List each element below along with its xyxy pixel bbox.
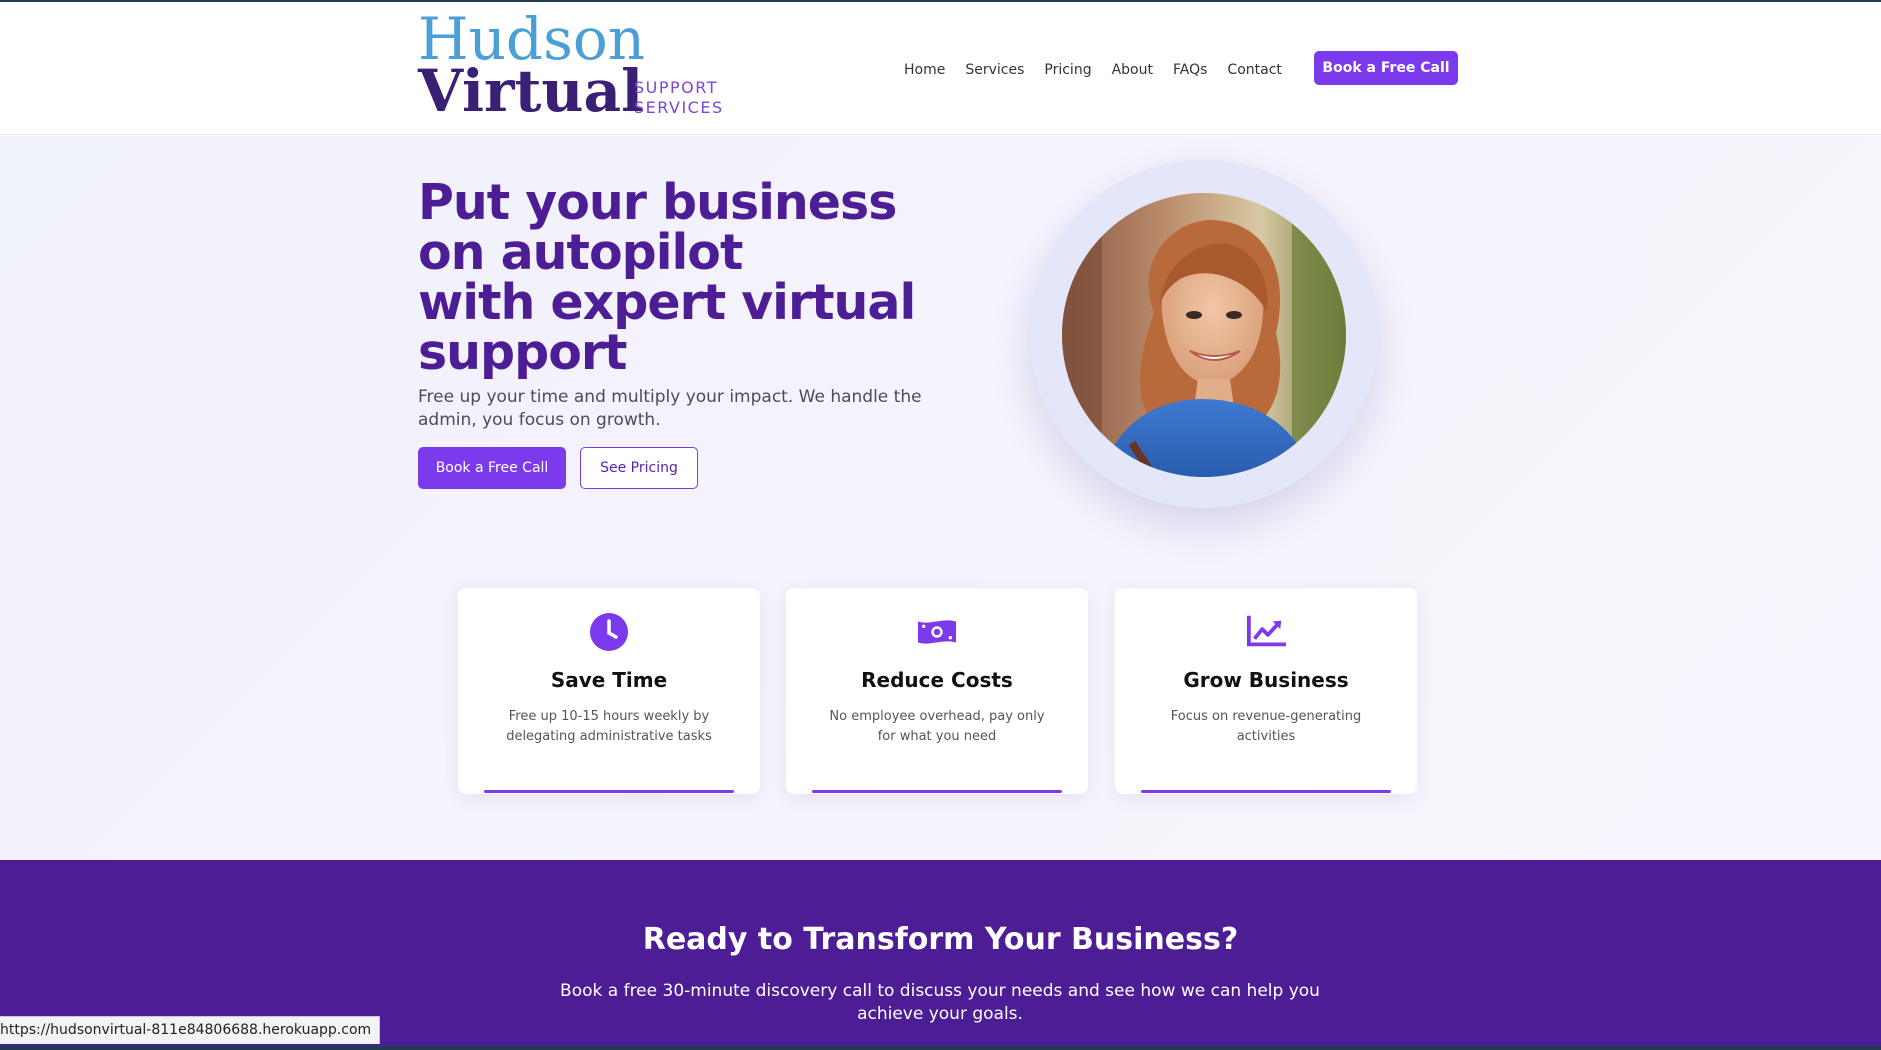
card-title: Grow Business (1183, 668, 1349, 692)
hero-title: Put your business on autopilot with expe… (418, 178, 978, 378)
nav-pricing[interactable]: Pricing (1044, 62, 1091, 78)
nav-home[interactable]: Home (904, 62, 945, 78)
nav-contact[interactable]: Contact (1227, 62, 1281, 78)
benefit-card-save-time: Save Time Free up 10-15 hours weekly by … (458, 588, 760, 794)
cta-title: Ready to Transform Your Business? (642, 922, 1239, 957)
nav-faqs[interactable]: FAQs (1173, 62, 1207, 78)
cta-subtitle: Book a free 30-minute discovery call to … (560, 981, 1320, 1024)
logo-wordmark-virtual: Virtual (418, 57, 644, 125)
window-bottom-border (0, 1046, 1881, 1050)
hero-book-call-button[interactable]: Book a Free Call (418, 447, 566, 489)
hero-title-line: on autopilot (418, 224, 743, 281)
card-description: Free up 10-15 hours weekly by delegating… (506, 709, 712, 744)
card-accent-bar (1141, 790, 1391, 793)
money-bill-icon (917, 612, 957, 652)
logo-tagline-services: SERVICES (634, 98, 724, 117)
card-accent-bar (812, 790, 1062, 793)
hero-title-line: Put your business (418, 174, 897, 231)
hero-portrait-image (1062, 193, 1346, 477)
hero-title-line: with expert virtual (418, 274, 916, 331)
logo-tagline: SUPPORT SERVICES (634, 78, 724, 118)
benefit-card-grow-business: Grow Business Focus on revenue-generatin… (1115, 588, 1417, 794)
brand-logo[interactable]: Hudson Virtual SUPPORT SERVICES (418, 8, 738, 124)
main-nav: Home Services Pricing About FAQs Contact (904, 58, 1302, 82)
chart-line-icon (1246, 612, 1286, 652)
clock-icon (589, 612, 629, 652)
card-title: Reduce Costs (861, 668, 1013, 692)
header-book-call-button[interactable]: Book a Free Call (1314, 51, 1458, 85)
card-accent-bar (484, 790, 734, 793)
nav-services[interactable]: Services (965, 62, 1024, 78)
card-description: No employee overhead, pay only for what … (829, 709, 1045, 744)
hero-see-pricing-button[interactable]: See Pricing (580, 447, 698, 489)
card-title: Save Time (550, 668, 668, 692)
browser-status-url: https://hudsonvirtual-811e84806688.herok… (0, 1016, 381, 1044)
card-description: Focus on revenue-generating activities (1170, 709, 1362, 744)
site-header: Hudson Virtual SUPPORT SERVICES Home Ser… (0, 2, 1881, 135)
nav-about[interactable]: About (1112, 62, 1153, 78)
benefit-card-reduce-costs: Reduce Costs No employee overhead, pay o… (786, 588, 1088, 794)
logo-tagline-support: SUPPORT (634, 78, 718, 97)
hero-subtitle: Free up your time and multiply your impa… (418, 387, 922, 430)
hero-title-line: support (418, 324, 627, 381)
